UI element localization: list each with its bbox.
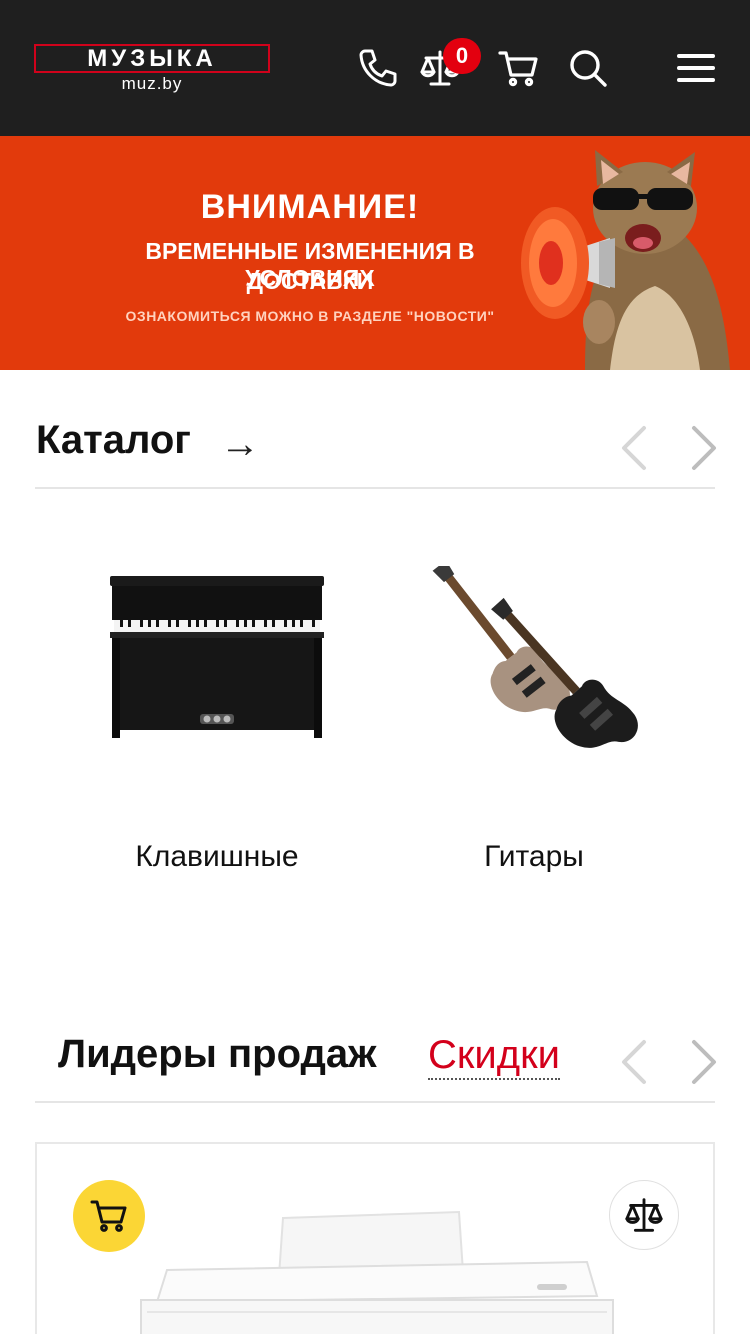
catalog-divider [35, 487, 715, 489]
search-icon[interactable] [566, 46, 610, 90]
leaders-next-arrow[interactable] [684, 1038, 724, 1086]
electric-guitars-image[interactable] [430, 566, 644, 760]
site-header: МУЗЫКА muz.by 0 [0, 0, 750, 136]
cat-megaphone-illustration [521, 150, 730, 370]
cart-icon[interactable] [496, 46, 540, 90]
digital-piano-image[interactable] [108, 574, 326, 740]
catalog-prev-arrow[interactable] [616, 424, 656, 472]
catalog-item-label-guitars[interactable]: Гитары [424, 840, 644, 874]
product-card[interactable] [35, 1142, 715, 1334]
phone-icon[interactable] [356, 46, 400, 90]
add-to-cart-button[interactable] [73, 1180, 145, 1252]
cart-icon [90, 1200, 127, 1232]
menu-icon[interactable] [674, 46, 718, 90]
sale-tab[interactable]: Скидки [428, 1032, 560, 1080]
catalog-title[interactable]: Каталог [36, 418, 191, 463]
leaders-divider [35, 1101, 715, 1103]
bestsellers-tab[interactable]: Лидеры продаж [58, 1032, 377, 1077]
catalog-arrow-link[interactable]: → [220, 424, 260, 464]
banner-note: ОЗНАКОМИТЬСЯ МОЖНО В РАЗДЕЛЕ "НОВОСТИ" [125, 308, 495, 324]
add-to-compare-button[interactable] [609, 1180, 679, 1250]
leaders-prev-arrow[interactable] [616, 1038, 656, 1086]
delivery-notice-banner[interactable]: ВНИМАНИЕ! ВРЕМЕННЫЕ ИЗМЕНЕНИЯ В УСЛОВИЯХ… [0, 136, 750, 370]
site-logo[interactable]: МУЗЫКА muz.by [34, 44, 270, 94]
catalog-next-arrow[interactable] [684, 424, 724, 472]
scales-icon [625, 1198, 663, 1232]
compare-count-badge: 0 [443, 38, 481, 74]
catalog-item-label-keyboards[interactable]: Клавишные [108, 840, 326, 874]
logo-word: МУЗЫКА [87, 45, 217, 72]
banner-text-line2: ДОСТАВКИ [246, 268, 374, 294]
logo-domain: muz.by [121, 74, 183, 93]
white-digital-piano-image [140, 1210, 614, 1334]
